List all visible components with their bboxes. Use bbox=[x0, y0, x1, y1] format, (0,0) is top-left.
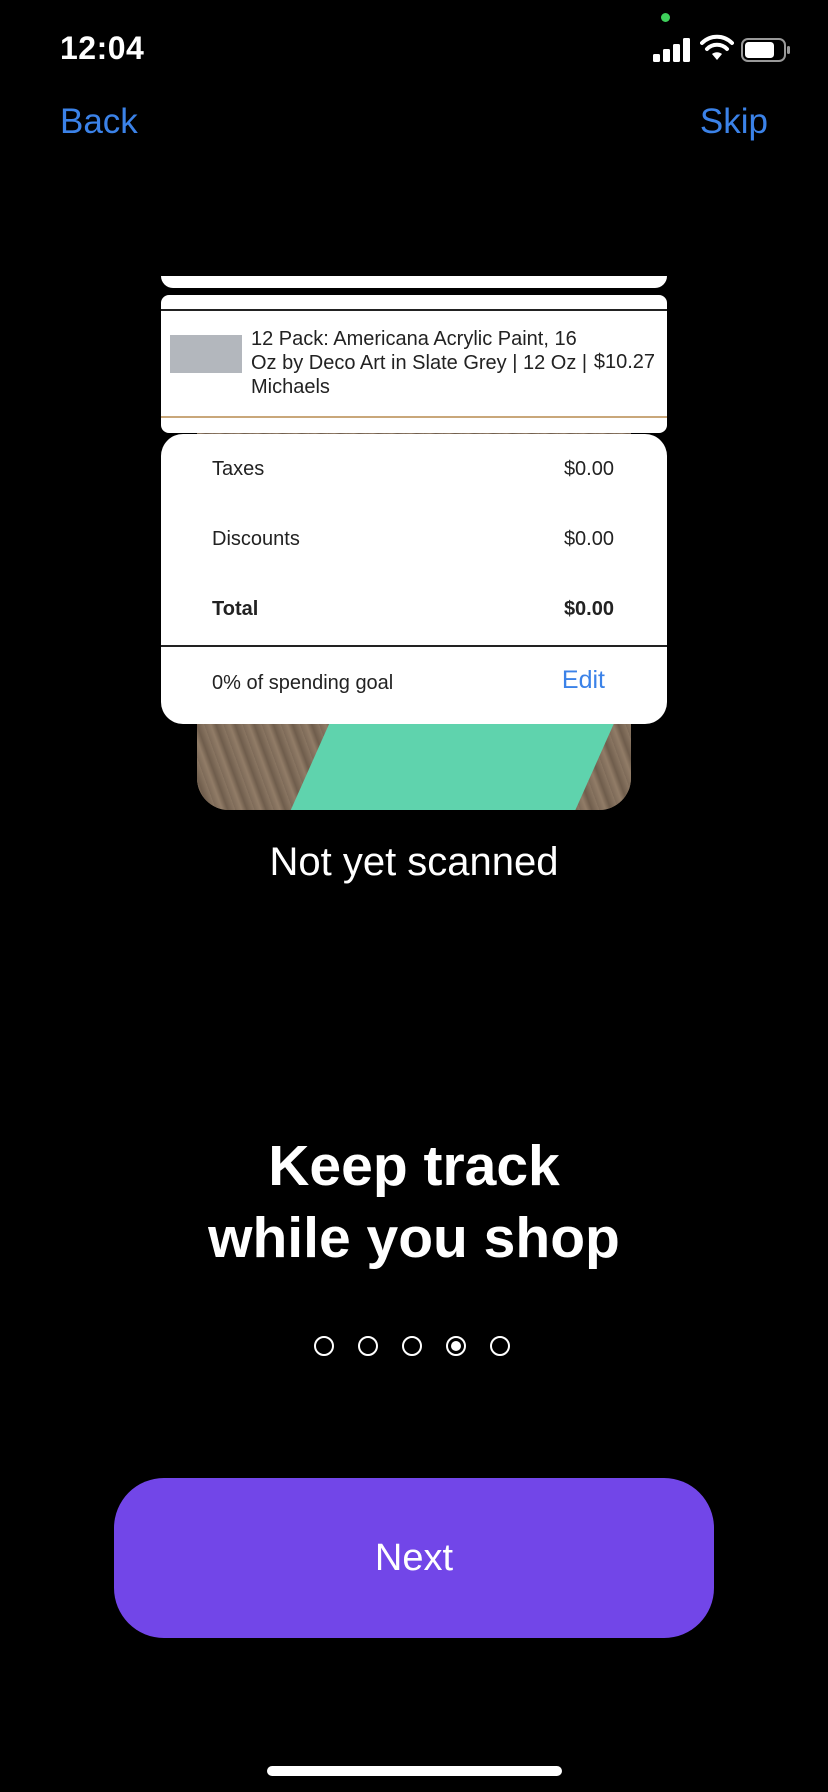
item-thumbnail bbox=[170, 335, 242, 373]
summary-row-taxes: Taxes $0.00 bbox=[212, 458, 614, 481]
summary-label: Taxes bbox=[212, 458, 265, 480]
summary-card: Taxes $0.00 Discounts $0.00 Total $0.00 … bbox=[161, 434, 667, 724]
scan-status: Not yet scanned bbox=[269, 840, 559, 884]
spending-goal-label: 0% of spending goal bbox=[212, 672, 394, 694]
headline-line-2: while you shop bbox=[208, 1206, 620, 1270]
battery-icon bbox=[741, 38, 791, 62]
back-button[interactable]: Back bbox=[60, 102, 138, 142]
page-dot-active[interactable] bbox=[446, 1336, 466, 1356]
receipt-sheet-edge bbox=[161, 276, 667, 288]
summary-label: Total bbox=[212, 598, 259, 620]
receipt-item-card: 12 Pack: Americana Acrylic Paint, 16 Oz … bbox=[161, 295, 667, 433]
summary-value: $0.00 bbox=[563, 528, 614, 550]
signal-icon bbox=[653, 38, 691, 62]
summary-value: $0.00 bbox=[563, 598, 614, 620]
page-indicator bbox=[314, 1336, 510, 1356]
page-dot[interactable] bbox=[358, 1336, 378, 1356]
home-indicator bbox=[267, 1766, 562, 1776]
page-dot[interactable] bbox=[314, 1336, 334, 1356]
next-button[interactable]: Next bbox=[114, 1478, 714, 1638]
summary-row-total: Total $0.00 bbox=[212, 598, 614, 621]
summary-row-discounts: Discounts $0.00 bbox=[212, 528, 614, 551]
headline-line-1: Keep track bbox=[268, 1134, 560, 1198]
item-title: 12 Pack: Americana Acrylic Paint, 16 Oz … bbox=[251, 328, 588, 398]
status-time: 12:04 bbox=[60, 30, 145, 66]
page-dot[interactable] bbox=[490, 1336, 510, 1356]
item-price: $10.27 bbox=[593, 351, 655, 373]
camera-indicator-dot bbox=[661, 13, 670, 22]
summary-divider bbox=[161, 645, 667, 647]
summary-value: $0.00 bbox=[563, 458, 614, 480]
onboarding-headline: Keep track while you shop bbox=[0, 1130, 828, 1274]
edit-goal-link[interactable]: Edit bbox=[562, 666, 605, 695]
wifi-icon bbox=[700, 34, 734, 62]
page-dot[interactable] bbox=[402, 1336, 422, 1356]
skip-button[interactable]: Skip bbox=[700, 102, 768, 142]
summary-label: Discounts bbox=[212, 528, 300, 550]
